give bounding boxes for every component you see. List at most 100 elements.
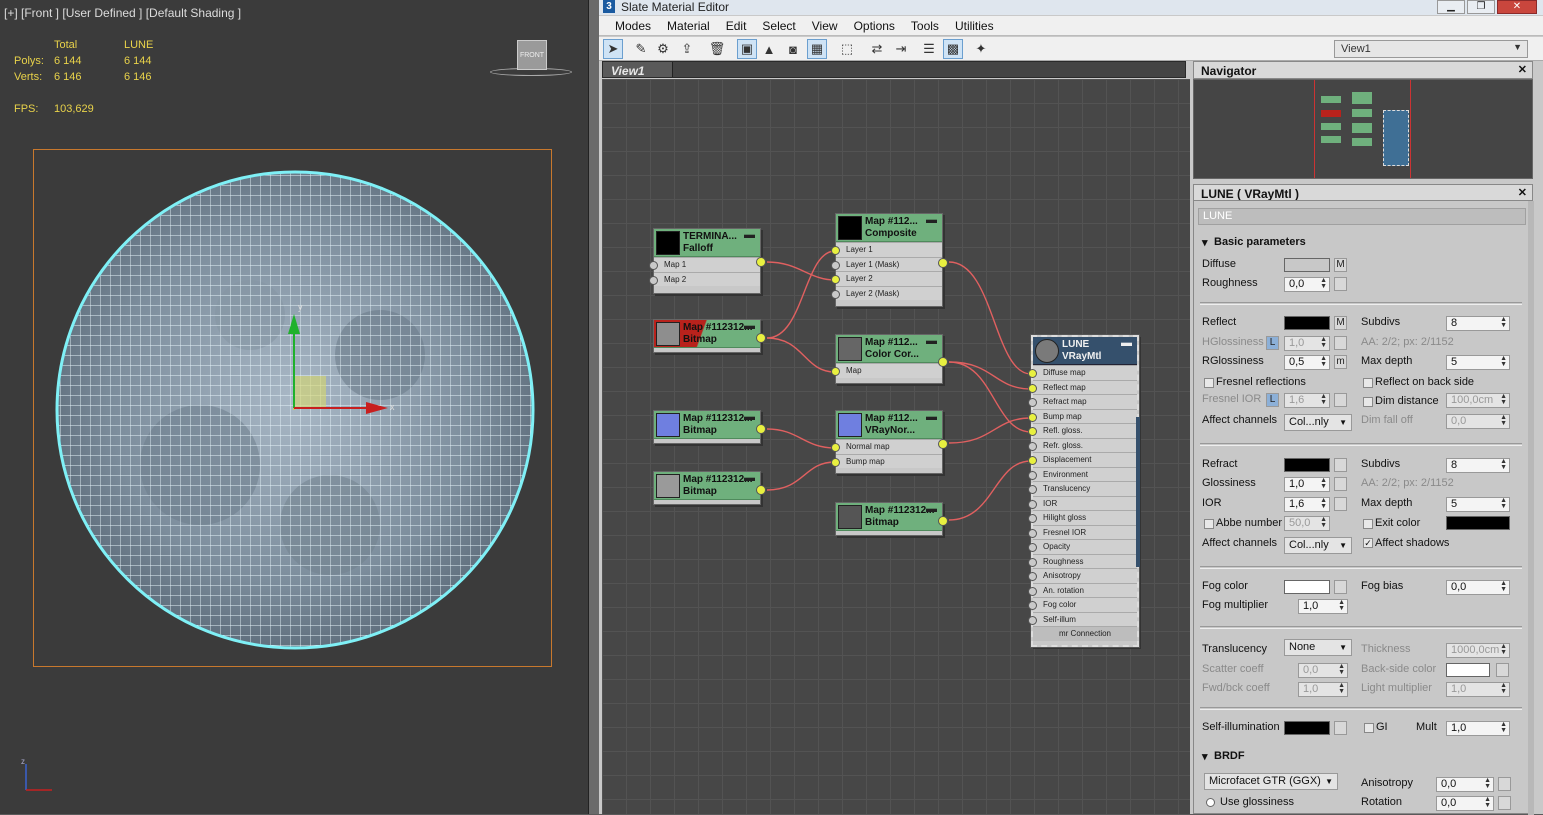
viewcube[interactable]: FRONT (490, 38, 572, 78)
minimize-icon[interactable]: ▬ (1121, 337, 1132, 349)
menu-select[interactable]: Select (754, 19, 803, 33)
slot-normal-map[interactable]: Normal map (831, 439, 942, 454)
slot-map[interactable]: Map (831, 363, 942, 378)
input-socket[interactable] (1028, 543, 1037, 552)
sample-type-icon[interactable]: ⬚ (837, 39, 857, 59)
lune-slot[interactable]: An. rotation (1028, 582, 1137, 597)
minimize-icon[interactable]: ▬ (744, 229, 755, 241)
show-background-icon[interactable]: ▦ (807, 39, 827, 59)
input-socket[interactable] (1028, 412, 1037, 422)
reflect-map-button[interactable]: M (1334, 316, 1347, 330)
node-composite[interactable]: Map #112... Composite ▬ Layer 1 Layer 1 (… (831, 213, 948, 307)
show-map-icon[interactable]: ◙ (783, 39, 803, 59)
reflect-color-swatch[interactable] (1284, 316, 1330, 330)
lune-slot[interactable]: Opacity (1028, 539, 1137, 554)
lune-slot[interactable]: Translucency (1028, 481, 1137, 496)
abbe-spinner[interactable]: 50,0 ▲ ▼ (1284, 516, 1330, 531)
close-icon[interactable]: ✕ (1518, 63, 1527, 76)
self-illumination-swatch[interactable] (1284, 721, 1330, 735)
rollout-basic-parameters[interactable]: Basic parameters (1214, 236, 1306, 248)
affect-shadows-checkbox[interactable]: ✓ (1363, 538, 1373, 548)
refract-affect-channels-dropdown[interactable]: Col...nly ▼ (1284, 537, 1352, 554)
diffuse-map-button[interactable]: M (1334, 258, 1347, 272)
menu-tools[interactable]: Tools (903, 19, 947, 33)
close-icon[interactable]: ✕ (1518, 186, 1527, 199)
input-socket[interactable] (1028, 456, 1037, 465)
hglossiness-map-button[interactable] (1334, 336, 1347, 350)
input-socket[interactable] (1028, 383, 1037, 393)
output-socket[interactable] (938, 357, 948, 367)
input-socket[interactable] (1028, 398, 1037, 407)
self-illumination-map-button[interactable] (1334, 721, 1347, 735)
input-socket[interactable] (1028, 586, 1037, 596)
use-glossiness-radio[interactable] (1206, 798, 1215, 807)
fog-bias-spinner[interactable]: 0,0 ▲ ▼ (1446, 580, 1510, 595)
expand-icon[interactable]: ▾ (1202, 236, 1208, 249)
viewport-front[interactable]: [+] [Front ] [User Defined ] [Default Sh… (0, 0, 589, 814)
navigator-panel[interactable] (1193, 79, 1533, 179)
view-select-dropdown[interactable]: View1 ▼ (1334, 40, 1528, 58)
anisotropy-spinner[interactable]: 0,0 ▲ ▼ (1436, 777, 1494, 792)
slot-map1[interactable]: Map 1 (649, 257, 760, 272)
input-socket[interactable] (1028, 485, 1037, 494)
output-socket[interactable] (756, 485, 766, 495)
minimize-icon[interactable]: ▬ (744, 320, 755, 332)
minimize-button[interactable]: ▁ (1437, 0, 1465, 14)
dim-distance-checkbox[interactable] (1363, 397, 1373, 407)
input-socket[interactable] (1028, 441, 1037, 451)
anisotropy-map-button[interactable] (1498, 777, 1511, 791)
refract-color-swatch[interactable] (1284, 458, 1330, 472)
reflect-back-checkbox[interactable] (1363, 378, 1373, 388)
lune-slot[interactable]: Anisotropy (1028, 568, 1137, 583)
refract-max-depth-spinner[interactable]: 5 ▲ ▼ (1446, 497, 1510, 512)
ior-map-button[interactable] (1334, 497, 1347, 511)
hglossiness-spinner[interactable]: 1,0 ▲ ▼ (1284, 336, 1330, 351)
translucency-dropdown[interactable]: None ▼ (1284, 639, 1352, 656)
menu-modes[interactable]: Modes (607, 19, 659, 33)
node-bitmap-displacement[interactable]: Map #112312... Bitmap ▬ (835, 502, 948, 536)
viewport-label[interactable]: [+] [Front ] [User Defined ] [Default Sh… (4, 6, 241, 20)
output-socket[interactable] (756, 333, 766, 343)
input-socket[interactable] (1028, 514, 1037, 523)
node-bitmap-falloff-mask[interactable]: Map #112312... Bitmap ▬ (653, 319, 766, 353)
slot-layer2-mask[interactable]: Layer 2 (Mask) (831, 285, 942, 300)
slot-map2[interactable]: Map 2 (649, 271, 760, 286)
layout-all-icon[interactable]: ⇄ (867, 39, 887, 59)
fresnel-ior-map-button[interactable] (1334, 393, 1347, 407)
input-socket[interactable] (1028, 572, 1037, 581)
lune-slot[interactable]: Diffuse map (1028, 365, 1137, 380)
rotation-spinner[interactable]: 0,0 ▲ ▼ (1436, 796, 1494, 811)
node-scrollbar[interactable] (1136, 417, 1140, 567)
lune-slot[interactable]: Refract map (1028, 394, 1137, 409)
max-depth-spinner[interactable]: 5 ▲ ▼ (1446, 355, 1510, 370)
output-socket[interactable] (938, 439, 948, 449)
maximize-button[interactable]: ❐ (1467, 0, 1495, 14)
tab-view1[interactable]: View1 (603, 62, 673, 78)
minimize-icon[interactable]: ▬ (744, 411, 755, 423)
menu-edit[interactable]: Edit (718, 19, 755, 33)
input-socket[interactable] (1028, 499, 1037, 509)
material-name-field[interactable]: LUNE (1198, 208, 1526, 225)
mult-spinner[interactable]: 1,0 ▲ ▼ (1446, 721, 1510, 736)
expand-icon[interactable]: ▾ (1202, 750, 1208, 763)
scatter-coeff-spinner[interactable]: 0,0 ▲ ▼ (1298, 663, 1348, 678)
glossiness-map-button[interactable] (1334, 477, 1347, 491)
affect-channels-dropdown[interactable]: Col...nly ▼ (1284, 414, 1352, 431)
lune-slot[interactable]: Reflect map (1028, 379, 1137, 394)
backside-color-map-button[interactable] (1496, 663, 1509, 677)
navigator-toggle-icon[interactable]: ▩ (943, 39, 963, 59)
exit-color-swatch[interactable] (1446, 516, 1510, 530)
menu-material[interactable]: Material (659, 19, 718, 33)
node-bitmap-normal[interactable]: Map #112312... Bitmap ▬ (653, 410, 766, 444)
output-socket[interactable] (756, 424, 766, 434)
fog-color-swatch[interactable] (1284, 580, 1330, 594)
fog-color-map-button[interactable] (1334, 580, 1347, 594)
brdf-type-dropdown[interactable]: Microfacet GTR (GGX) ▼ (1204, 773, 1338, 790)
minimize-icon[interactable]: ▬ (926, 335, 937, 347)
light-multiplier-spinner[interactable]: 1,0 ▲ ▼ (1446, 682, 1510, 697)
exit-color-checkbox[interactable] (1363, 519, 1373, 529)
rglossiness-map-button[interactable]: m (1334, 355, 1347, 369)
fresnel-checkbox[interactable] (1204, 378, 1214, 388)
delete-icon[interactable]: 🗑 (707, 39, 727, 59)
glossiness-spinner[interactable]: 1,0 ▲ ▼ (1284, 477, 1330, 492)
